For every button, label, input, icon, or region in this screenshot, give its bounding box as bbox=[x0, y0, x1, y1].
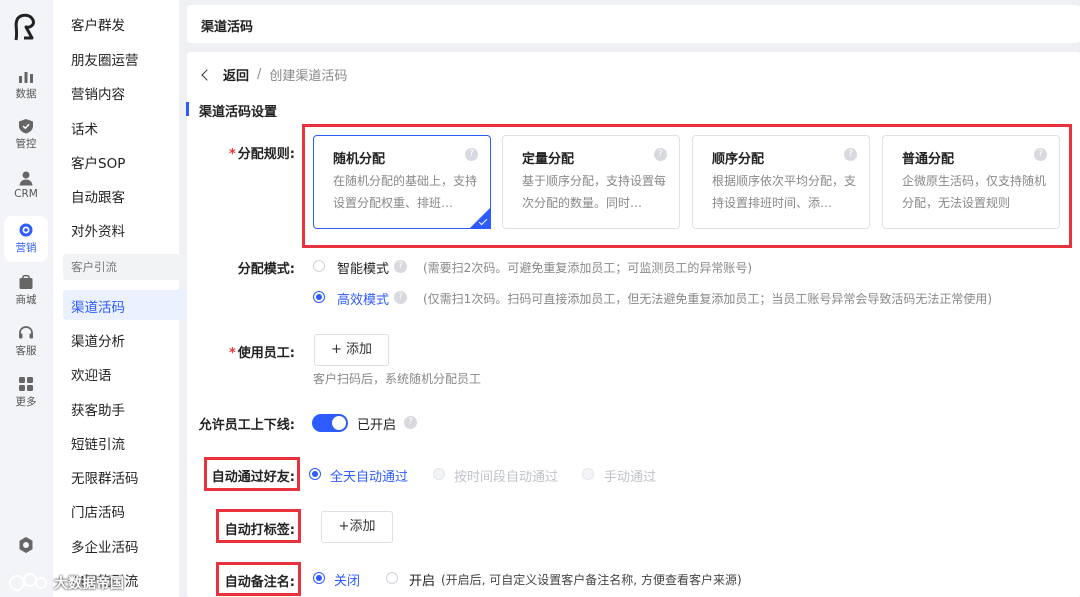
shop-icon bbox=[19, 274, 33, 289]
rail-item-more[interactable]: 更多 bbox=[0, 376, 52, 409]
efficient-mode-radio[interactable] bbox=[313, 291, 325, 303]
online-label: 允许员工上下线: bbox=[198, 418, 295, 433]
help-icon[interactable]: ? bbox=[394, 291, 407, 304]
auto-friend-manual-radio[interactable] bbox=[582, 468, 594, 480]
submenu: 客户群发 朋友圈运营 营销内容 话术 客户SOP 自动跟客 对外资料 客户引流 … bbox=[53, 0, 223, 597]
breadcrumb-separator: / bbox=[257, 67, 262, 82]
staff-hint: 客户扫码后，系统随机分配员工 bbox=[313, 372, 482, 386]
assign-mode-label: 分配模式: bbox=[237, 262, 295, 277]
watermark-text: 大数据帝国 bbox=[54, 576, 124, 592]
submenu-item[interactable]: 获客助手 bbox=[71, 399, 125, 419]
submenu-item[interactable]: 朋友圈运营 bbox=[71, 49, 139, 69]
section-accent bbox=[186, 102, 189, 116]
bar-chart-icon bbox=[19, 72, 33, 83]
submenu-item[interactable]: 自动跟客 bbox=[71, 186, 125, 206]
shield-icon bbox=[19, 119, 33, 134]
auto-remark-off-text[interactable]: 关闭 bbox=[334, 570, 360, 589]
efficient-mode-hint: (仅需扫1次码。扫码可直接添加员工，但无法避免重复添加员工；当员工账号异常会导致… bbox=[423, 292, 993, 306]
submenu-item[interactable]: 多企业活码 bbox=[71, 536, 139, 556]
online-state: 已开启 bbox=[357, 418, 397, 433]
back-link[interactable]: 返回 bbox=[223, 65, 249, 84]
rail-label: 客服 bbox=[15, 345, 37, 357]
submenu-item[interactable]: 门店活码 bbox=[71, 501, 125, 521]
highlight-box bbox=[302, 124, 1072, 248]
auto-remark-hint: (开启后, 可自定义设置客户备注名称, 方便查看客户来源) bbox=[441, 573, 742, 587]
submenu-group-label: 客户引流 bbox=[71, 260, 117, 274]
auto-remark-on-text[interactable]: 开启 bbox=[409, 570, 435, 589]
highlight-box bbox=[204, 457, 300, 491]
auto-remark-off-radio[interactable] bbox=[313, 572, 325, 584]
add-staff-button[interactable]: + 添加 bbox=[314, 334, 389, 366]
smart-mode-radio[interactable] bbox=[313, 260, 325, 272]
rail-item-control[interactable]: 管控 bbox=[0, 118, 52, 151]
rail-label: 营销 bbox=[15, 242, 37, 254]
user-icon bbox=[19, 171, 33, 186]
submenu-item[interactable]: 话术 bbox=[71, 118, 98, 138]
smart-mode-hint: (需要扫2次码。可避免重复添加员工；可监测员工的异常账号) bbox=[423, 261, 753, 275]
settings-icon[interactable] bbox=[17, 536, 35, 554]
online-toggle[interactable] bbox=[312, 414, 348, 432]
submenu-item-active[interactable]: 渠道活码 bbox=[71, 296, 125, 316]
rail-item-marketing[interactable]: 营销 bbox=[0, 216, 52, 262]
auto-remark-on-radio[interactable] bbox=[386, 572, 398, 584]
auto-friend-period-radio[interactable] bbox=[433, 468, 445, 480]
help-icon[interactable]: ? bbox=[394, 260, 407, 273]
section-title: 渠道活码设置 bbox=[199, 105, 278, 120]
logo-icon bbox=[14, 13, 35, 41]
chevron-left-icon[interactable] bbox=[201, 68, 213, 81]
breadcrumb-current: 创建渠道活码 bbox=[269, 69, 348, 84]
watermark-icon bbox=[9, 573, 47, 591]
assign-rule-label: * 分配规则: bbox=[228, 147, 295, 162]
rail-item-crm[interactable]: CRM bbox=[0, 170, 52, 200]
submenu-item[interactable]: 无限群活码 bbox=[71, 467, 139, 487]
page-header: 渠道活码 bbox=[187, 5, 1080, 43]
submenu-item[interactable]: 客户群发 bbox=[71, 14, 125, 34]
rail-label: 管控 bbox=[15, 138, 37, 150]
rail-item-data[interactable]: 数据 bbox=[0, 68, 52, 101]
efficient-mode-text[interactable]: 高效模式 bbox=[337, 289, 389, 308]
submenu-item[interactable]: 渠道分析 bbox=[71, 330, 125, 350]
staff-label: * 使用员工: bbox=[228, 346, 295, 361]
help-icon[interactable]: ? bbox=[404, 416, 417, 429]
add-tag-button[interactable]: +添加 bbox=[321, 511, 393, 543]
rail-label: 数据 bbox=[15, 88, 37, 100]
auto-friend-all-day-radio[interactable] bbox=[309, 468, 321, 480]
submenu-item[interactable]: 欢迎语 bbox=[71, 364, 112, 384]
grid-icon bbox=[19, 377, 33, 391]
headset-icon bbox=[19, 326, 33, 339]
rail-label: 商城 bbox=[15, 294, 37, 306]
watermark: 大数据帝国 bbox=[0, 567, 180, 597]
submenu-item[interactable]: 对外资料 bbox=[71, 220, 125, 240]
rail-label: 更多 bbox=[15, 396, 37, 408]
rail-item-shop[interactable]: 商城 bbox=[0, 274, 52, 307]
breadcrumb: 返回 / 创建渠道活码 bbox=[201, 65, 348, 84]
page-title: 渠道活码 bbox=[201, 20, 254, 35]
smart-mode-text[interactable]: 智能模式 bbox=[337, 258, 389, 277]
rail-item-service[interactable]: 客服 bbox=[0, 325, 52, 358]
auto-friend-period-text: 按时间段自动通过 bbox=[454, 470, 559, 485]
submenu-item[interactable]: 客户SOP bbox=[71, 152, 125, 172]
main-panel: 返回 / 创建渠道活码 渠道活码设置 * 分配规则: 随机分配 ? 在随机分配的基… bbox=[186, 52, 1080, 597]
rail-label: CRM bbox=[14, 188, 38, 200]
auto-friend-manual-text: 手动通过 bbox=[604, 470, 657, 485]
submenu-item[interactable]: 营销内容 bbox=[71, 83, 125, 103]
highlight-box bbox=[216, 509, 301, 543]
submenu-item[interactable]: 短链引流 bbox=[71, 433, 125, 453]
auto-friend-all-day-text[interactable]: 全天自动通过 bbox=[330, 466, 408, 485]
left-rail: 数据 管控 CRM 营销 商城 客服 更多 bbox=[0, 0, 52, 597]
target-icon bbox=[19, 223, 33, 237]
highlight-box bbox=[216, 562, 301, 596]
